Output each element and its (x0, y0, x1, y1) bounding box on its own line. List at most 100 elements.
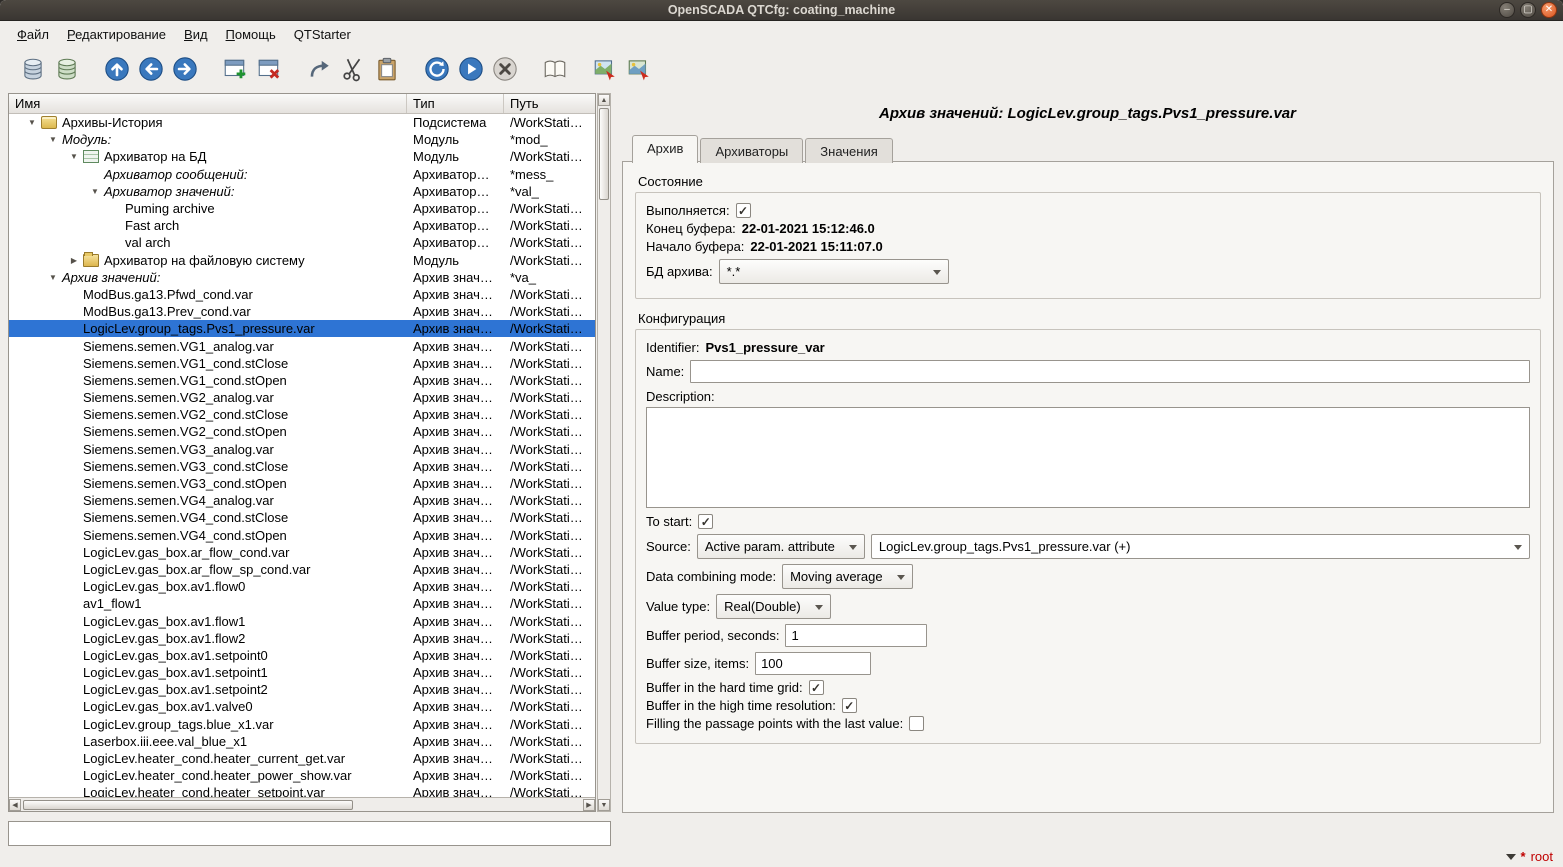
menu-item-1[interactable]: Файл (8, 24, 58, 45)
tree-row[interactable]: LogicLev.heater_cond.heater_power_show.v… (9, 767, 595, 784)
tree-row[interactable]: Siemens.semen.VG4_analog.varАрхив знач…/… (9, 492, 595, 509)
tree-row[interactable]: Siemens.semen.VG4_cond.stOpenАрхив знач…… (9, 527, 595, 544)
save-to-db-button[interactable] (50, 53, 84, 85)
minimize-button[interactable]: – (1499, 2, 1515, 18)
tree-row[interactable]: Siemens.semen.VG3_analog.varАрхив знач…/… (9, 441, 595, 458)
add-item-button[interactable] (218, 53, 252, 85)
expander-open-icon[interactable]: ▼ (23, 118, 41, 127)
name-input[interactable] (690, 360, 1530, 383)
scrollbar-thumb[interactable] (23, 800, 353, 810)
qtstarter-config-button[interactable] (588, 53, 622, 85)
tree-row[interactable]: Siemens.semen.VG2_cond.stCloseАрхив знач… (9, 406, 595, 423)
tab-values[interactable]: Значения (805, 138, 892, 163)
fill-passage-checkbox[interactable] (909, 716, 924, 731)
source-value-select[interactable]: LogicLev.group_tags.Pvs1_pressure.var (+… (871, 534, 1530, 559)
buffer-period-input[interactable] (785, 624, 927, 647)
tree-row[interactable]: LogicLev.gas_box.av1.valve0Архив знач…/W… (9, 698, 595, 715)
tree-row[interactable]: ModBus.ga13.Pfwd_cond.varАрхив знач…/Wor… (9, 286, 595, 303)
buffer-size-input[interactable] (755, 652, 871, 675)
menu-item-3[interactable]: Вид (175, 24, 217, 45)
menu-item-5[interactable]: QTStarter (285, 24, 360, 45)
current-user[interactable]: root (1531, 849, 1553, 864)
tree-row[interactable]: LogicLev.gas_box.av1.setpoint2Архив знач… (9, 681, 595, 698)
tree-column-type[interactable]: Тип (407, 94, 504, 113)
tree-row[interactable]: LogicLev.group_tags.Pvs1_pressure.varАрх… (9, 320, 595, 337)
expander-open-icon[interactable]: ▼ (44, 135, 62, 144)
tree-row[interactable]: Siemens.semen.VG3_cond.stOpenАрхив знач…… (9, 475, 595, 492)
tree-row[interactable]: Siemens.semen.VG2_analog.varАрхив знач…/… (9, 389, 595, 406)
tree-row[interactable]: LogicLev.heater_cond.heater_setpoint.var… (9, 784, 595, 797)
tree-row[interactable]: Laserbox.iii.eee.val_blue_x1Архив знач…/… (9, 733, 595, 750)
cut-item-button[interactable] (336, 53, 370, 85)
menu-item-2[interactable]: Редактирование (58, 24, 175, 45)
tree-row[interactable]: ▼Архиватор значений:Архиватор…*val_ (9, 183, 595, 200)
tree-row[interactable]: Puming archiveАрхиватор…/WorkStati… (9, 200, 595, 217)
forward-button[interactable] (168, 53, 202, 85)
back-button[interactable] (134, 53, 168, 85)
manual-button[interactable] (538, 53, 572, 85)
tree-row[interactable]: LogicLev.gas_box.av1.flow1Архив знач…/Wo… (9, 612, 595, 629)
menu-item-4[interactable]: Помощь (217, 24, 285, 45)
tab-archive[interactable]: Архив (632, 135, 698, 163)
tree-column-name[interactable]: Имя (9, 94, 407, 113)
scroll-up-icon[interactable]: ▲ (598, 94, 610, 106)
copy-item-button[interactable] (302, 53, 336, 85)
qtstarter-vision-button[interactable] (622, 53, 656, 85)
to-start-checkbox[interactable] (698, 514, 713, 529)
tree-row[interactable]: LogicLev.gas_box.av1.flow2Архив знач…/Wo… (9, 630, 595, 647)
tree-row[interactable]: Siemens.semen.VG1_analog.varАрхив знач…/… (9, 337, 595, 354)
tree-row[interactable]: LogicLev.gas_box.ar_flow_cond.varАрхив з… (9, 544, 595, 561)
hard-grid-checkbox[interactable] (809, 680, 824, 695)
combining-mode-select[interactable]: Moving average (782, 564, 913, 589)
tree-row[interactable]: Siemens.semen.VG2_cond.stOpenАрхив знач…… (9, 423, 595, 440)
maximize-button[interactable]: ▢ (1520, 2, 1536, 18)
tree-row[interactable]: Siemens.semen.VG1_cond.stOpenАрхив знач…… (9, 372, 595, 389)
tree-row[interactable]: LogicLev.gas_box.av1.setpoint1Архив знач… (9, 664, 595, 681)
tree-row[interactable]: Siemens.semen.VG3_cond.stCloseАрхив знач… (9, 458, 595, 475)
expander-closed-icon[interactable]: ▶ (65, 256, 83, 265)
user-dropdown-icon[interactable] (1506, 854, 1516, 865)
source-type-select[interactable]: Active param. attribute (697, 534, 865, 559)
scroll-left-icon[interactable]: ◀ (9, 799, 21, 811)
tree-row[interactable]: LogicLev.gas_box.ar_flow_sp_cond.varАрхи… (9, 561, 595, 578)
scroll-right-icon[interactable]: ▶ (583, 799, 595, 811)
value-type-select[interactable]: Real(Double) (716, 594, 831, 619)
paste-item-button[interactable] (370, 53, 404, 85)
tree-row[interactable]: val archАрхиватор…/WorkStati… (9, 234, 595, 251)
tree-row[interactable]: Siemens.semen.VG4_cond.stCloseАрхив знач… (9, 509, 595, 526)
quick-edit-input[interactable] (8, 821, 611, 846)
tree-row[interactable]: LogicLev.group_tags.blue_x1.varАрхив зна… (9, 716, 595, 733)
tree-row[interactable]: Архиватор сообщений:Архиватор…*mess_ (9, 166, 595, 183)
up-button[interactable] (100, 53, 134, 85)
scrollbar-thumb[interactable] (599, 108, 609, 200)
tree-row[interactable]: ▼Модуль:Модуль*mod_ (9, 131, 595, 148)
description-input[interactable] (646, 407, 1530, 508)
start-button[interactable] (454, 53, 488, 85)
tree-row[interactable]: ▶Архиватор на файловую системуМодуль/Wor… (9, 252, 595, 269)
tree-row[interactable]: Fast archАрхиватор…/WorkStati… (9, 217, 595, 234)
stop-button[interactable] (488, 53, 522, 85)
tree-row[interactable]: ▼Архив значений:Архив знач…*va_ (9, 269, 595, 286)
tab-archivers[interactable]: Архиваторы (700, 138, 803, 163)
reload-button[interactable] (420, 53, 454, 85)
tree-row[interactable]: ▼Архивы-ИсторияПодсистема/WorkStati… (9, 114, 595, 131)
close-button[interactable]: ✕ (1541, 2, 1557, 18)
expander-open-icon[interactable]: ▼ (86, 187, 104, 196)
running-checkbox[interactable] (736, 203, 751, 218)
tree-vertical-scrollbar[interactable]: ▲ ▼ (597, 93, 611, 812)
tree-row[interactable]: LogicLev.gas_box.av1.setpoint0Архив знач… (9, 647, 595, 664)
tree-column-path[interactable]: Путь (504, 94, 595, 113)
tree-row[interactable]: LogicLev.heater_cond.heater_current_get.… (9, 750, 595, 767)
tree-row[interactable]: ▼Архиватор на БДМодуль/WorkStati… (9, 148, 595, 165)
archive-db-select[interactable]: *.* (719, 259, 949, 284)
high-res-checkbox[interactable] (842, 698, 857, 713)
tree-row[interactable]: LogicLev.gas_box.av1.flow0Архив знач…/Wo… (9, 578, 595, 595)
tree-row[interactable]: av1_flow1Архив знач…/WorkStati… (9, 595, 595, 612)
expander-open-icon[interactable]: ▼ (44, 273, 62, 282)
delete-item-button[interactable] (252, 53, 286, 85)
load-from-db-button[interactable] (16, 53, 50, 85)
expander-open-icon[interactable]: ▼ (65, 152, 83, 161)
tree-row[interactable]: Siemens.semen.VG1_cond.stCloseАрхив знач… (9, 355, 595, 372)
scroll-down-icon[interactable]: ▼ (598, 799, 610, 811)
tree-horizontal-scrollbar[interactable]: ◀ ▶ (9, 797, 595, 811)
